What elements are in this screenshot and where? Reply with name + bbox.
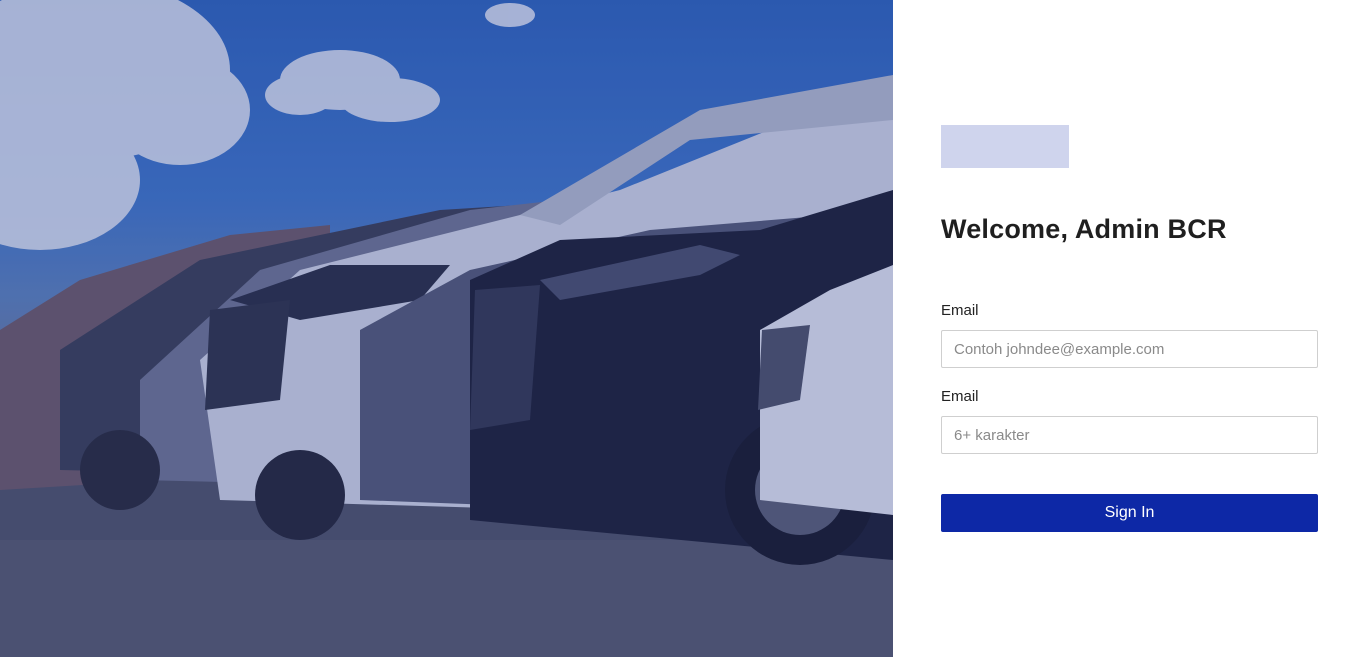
email-label: Email	[941, 302, 979, 319]
email-field[interactable]	[941, 330, 1318, 368]
hero-image-panel	[0, 0, 893, 657]
parked-cars-photo	[0, 0, 893, 657]
sign-in-button[interactable]: Sign In	[941, 494, 1318, 532]
password-field[interactable]	[941, 416, 1318, 454]
login-page: Welcome, Admin BCR Email Email Sign In	[0, 0, 1366, 657]
logo-placeholder	[941, 125, 1069, 168]
login-panel: Welcome, Admin BCR Email Email Sign In	[893, 0, 1366, 657]
page-title: Welcome, Admin BCR	[941, 214, 1227, 244]
password-label: Email	[941, 388, 979, 405]
